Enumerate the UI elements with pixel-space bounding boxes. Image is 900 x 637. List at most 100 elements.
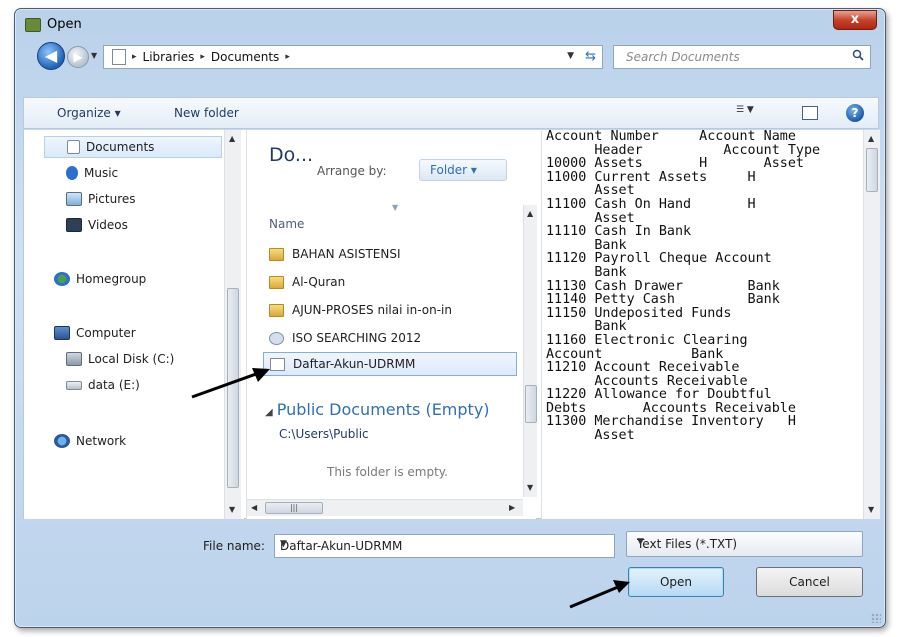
sidebar-item-network[interactable]: Network (24, 430, 222, 452)
public-documents-path: C:\Users\Public (279, 427, 369, 441)
network-icon (54, 434, 70, 448)
sidebar-item-label: Pictures (88, 192, 136, 206)
sidebar-item-label: Network (76, 434, 127, 448)
file-name: Al-Quran (292, 275, 346, 289)
preview-scroll-thumb[interactable] (866, 148, 878, 192)
empty-folder-message: This folder is empty. (327, 465, 448, 479)
sidebar-item-label: Videos (88, 218, 128, 232)
scroll-right-icon[interactable]: ▶ (509, 503, 515, 512)
back-button[interactable]: ◀ (37, 42, 65, 70)
library-icon (112, 49, 126, 65)
iso-icon (269, 331, 284, 345)
file-name-input[interactable]: Daftar-Akun-UDRMM ▼ (274, 534, 615, 558)
sidebar-item-label: data (E:) (88, 378, 140, 392)
scroll-up-icon[interactable]: ▲ (527, 209, 533, 218)
file-row[interactable]: ISO SEARCHING 2012 (269, 326, 509, 350)
breadcrumb-documents[interactable]: Documents (211, 50, 279, 64)
text-file-icon (270, 357, 285, 371)
preview-text: Account Number Account Name Header Accou… (546, 130, 821, 444)
annotation-arrow-icon (191, 368, 270, 399)
address-dropdown-icon[interactable]: ▼ (567, 51, 574, 61)
sidebar-item-music[interactable]: Music (24, 162, 222, 184)
cancel-button[interactable]: Cancel (756, 567, 863, 597)
sidebar-item-videos[interactable]: Videos (24, 214, 222, 236)
search-box[interactable]: Search Documents (613, 45, 871, 69)
refresh-icon[interactable]: ⇆ (585, 49, 596, 64)
title-bar[interactable]: Open x (15, 9, 885, 39)
folder-icon (269, 303, 284, 317)
help-icon[interactable]: ? (846, 104, 864, 122)
sidebar-item-label: Homegroup (76, 272, 147, 286)
drive-icon (66, 380, 82, 390)
scroll-left-icon[interactable]: ◀ (251, 503, 257, 512)
dialog-icon (25, 18, 41, 32)
open-button[interactable]: Open (628, 567, 724, 597)
file-list-pane: Do... Arrange by: Folder ▾ ▼ Name BAHAN … (246, 130, 537, 519)
scroll-down-icon[interactable]: ▼ (527, 483, 533, 492)
sidebar-item-pictures[interactable]: Pictures (24, 188, 222, 210)
sidebar-item-label: Computer (76, 326, 136, 340)
sidebar-item-label: Documents (86, 140, 155, 154)
preview-pane-icon[interactable] (802, 106, 818, 120)
close-button[interactable]: x (833, 10, 877, 30)
arrange-by-label: Arrange by: (317, 164, 387, 178)
preview-pane: Account Number Account Name Header Accou… (541, 130, 880, 519)
breadcrumb-libraries[interactable]: Libraries (143, 50, 195, 64)
file-name-dropdown-icon[interactable]: ▼ (280, 539, 608, 549)
sort-indicator-icon: ▼ (392, 203, 399, 212)
file-name: BAHAN ASISTENSI (292, 247, 401, 261)
file-list-vscroll-thumb[interactable] (525, 385, 537, 423)
annotation-arrow-icon (569, 580, 630, 609)
file-list-vscrollbar[interactable]: ▲ ▼ (523, 205, 537, 497)
file-row[interactable]: Al-Quran (269, 270, 509, 294)
breadcrumb-separator: ▸ (132, 52, 137, 62)
file-name: Daftar-Akun-UDRMM (293, 357, 416, 371)
open-dialog: Open x ◀ ▶ ▼ ▸ Libraries ▸ Documents ▸ ▼… (14, 8, 886, 628)
scroll-down-icon[interactable]: ▼ (868, 505, 874, 514)
navigation-pane: Documents Music Pictures Videos Homegrou… (24, 130, 244, 519)
preview-scrollbar[interactable]: ▲ ▼ (863, 130, 880, 519)
sidebar-item-local-disk[interactable]: Local Disk (C:) (24, 348, 222, 370)
file-type-filter[interactable]: Text Files (*.TXT) ▼ (626, 531, 863, 557)
column-header-name[interactable]: Name (269, 217, 304, 231)
new-folder-button[interactable]: New folder (174, 106, 239, 120)
file-row[interactable]: BAHAN ASISTENSI (269, 242, 509, 266)
file-list-hscrollbar[interactable]: ◀ ||| ▶ (247, 499, 523, 516)
breadcrumb-separator: ▸ (200, 52, 205, 62)
change-view-icon[interactable]: ☰ ▼ (736, 105, 762, 121)
history-dropdown-icon[interactable]: ▼ (91, 51, 101, 61)
file-type-dropdown-icon[interactable]: ▼ (637, 537, 854, 547)
videos-icon (66, 218, 82, 232)
folder-icon (269, 275, 284, 289)
file-row[interactable]: AJUN-PROSES nilai in-on-in (269, 298, 509, 322)
nav-scrollbar[interactable]: ▲ ▼ (224, 130, 241, 519)
local-disk-icon (66, 352, 82, 366)
sidebar-item-documents[interactable]: Documents (44, 136, 222, 158)
scroll-up-icon[interactable]: ▲ (229, 134, 235, 143)
search-placeholder: Search Documents (626, 50, 740, 64)
public-documents-heading[interactable]: ◢ Public Documents (Empty) (265, 400, 490, 419)
arrange-by-dropdown[interactable]: Folder ▾ (419, 159, 507, 181)
breadcrumb-separator[interactable]: ▸ (285, 52, 290, 62)
resize-grip-icon[interactable] (871, 613, 881, 623)
library-title: Do... (269, 144, 314, 166)
address-bar[interactable]: ▸ Libraries ▸ Documents ▸ ▼ ⇆ (103, 45, 603, 69)
window-title: Open (47, 17, 82, 32)
file-name: AJUN-PROSES nilai in-on-in (292, 303, 452, 317)
sidebar-item-label: Local Disk (C:) (88, 352, 175, 366)
file-name: ISO SEARCHING 2012 (292, 331, 422, 345)
collapse-icon[interactable]: ◢ (265, 407, 273, 418)
file-name-label: File name: (203, 539, 265, 553)
file-row-selected[interactable]: Daftar-Akun-UDRMM (263, 352, 517, 376)
public-documents-title: Public Documents (Empty) (276, 400, 490, 419)
organize-button[interactable]: Organize ▾ (57, 106, 121, 120)
search-icon[interactable] (852, 49, 864, 61)
scroll-down-icon[interactable]: ▼ (229, 505, 235, 514)
sidebar-item-homegroup[interactable]: Homegroup (24, 268, 222, 290)
command-bar: Organize ▾ New folder ☰ ▼ ? (23, 97, 879, 129)
scroll-up-icon[interactable]: ▲ (868, 134, 874, 143)
sidebar-item-computer[interactable]: Computer (24, 322, 222, 344)
documents-icon (67, 140, 80, 154)
forward-button[interactable]: ▶ (67, 46, 89, 68)
file-list-hscroll-thumb[interactable]: ||| (265, 502, 323, 514)
